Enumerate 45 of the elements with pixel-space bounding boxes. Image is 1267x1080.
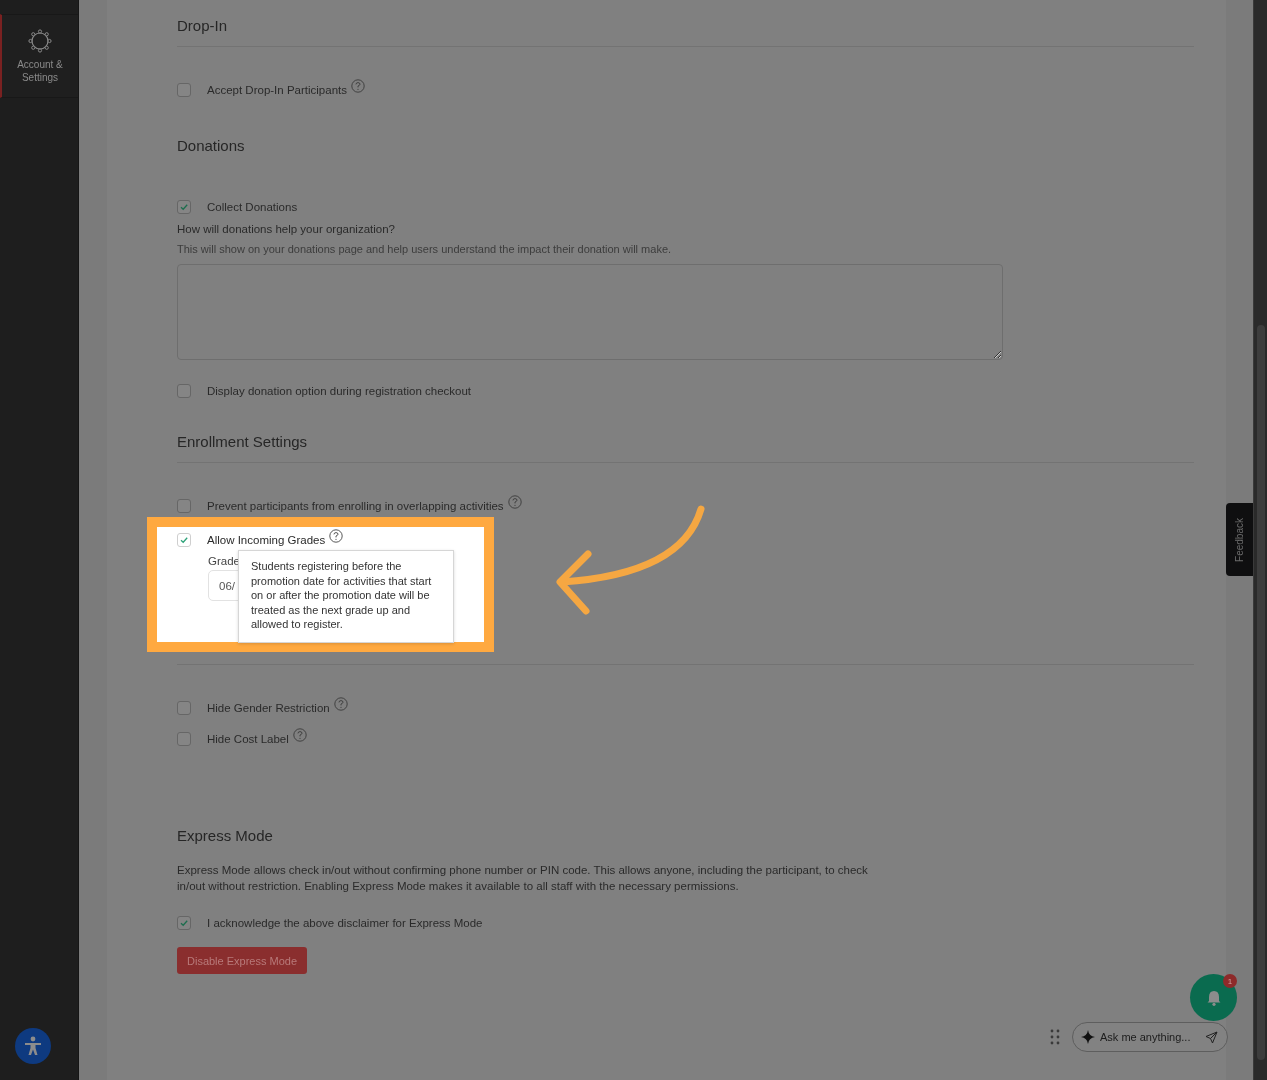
section-title: Express Mode — [177, 827, 274, 844]
assistant-field[interactable]: Ask me anything... — [1072, 1022, 1228, 1052]
notification-badge: 1 — [1223, 974, 1237, 988]
drag-handle-icon[interactable] — [1050, 1029, 1060, 1045]
checkbox[interactable] — [177, 83, 191, 97]
help-icon[interactable] — [292, 728, 307, 742]
help-icon[interactable] — [351, 79, 365, 93]
tooltip: Students registering before the promotion date for activities that start on or after the promotion date will be treated as the next grade up and allowed to register. — [238, 550, 454, 643]
sidebar-item[interactable]: Account & Settings — [0, 14, 78, 98]
help-icon[interactable] — [333, 697, 348, 711]
accessibility-icon — [22, 1035, 44, 1057]
checkbox[interactable] — [177, 732, 191, 746]
question-label: How will donations help your organization? — [177, 223, 395, 235]
section-title: Enrollment Settings — [177, 433, 309, 450]
check-icon — [179, 918, 189, 928]
section-title: Drop-In — [177, 17, 229, 34]
checkbox[interactable] — [177, 701, 191, 715]
field-label: Grade — [208, 555, 240, 567]
checkbox-label: Hide Cost Label — [207, 733, 289, 745]
hint-text: This will show on your donations page and help users understand the impact their donation will make. — [177, 243, 672, 255]
help-icon[interactable] — [507, 495, 522, 509]
send-icon[interactable] — [1205, 1030, 1218, 1044]
text-area[interactable] — [177, 264, 1003, 360]
checkbox[interactable] — [177, 384, 191, 398]
checkbox[interactable] — [177, 200, 191, 214]
sparkle-icon — [1081, 1030, 1095, 1044]
help-icon[interactable] — [329, 529, 344, 543]
section-title: Donations — [177, 137, 246, 154]
checkbox-label: I acknowledge the above disclaimer for Express Mode — [207, 917, 483, 929]
checkbox-label: Display donation option during registration checkout — [207, 385, 472, 397]
checkbox[interactable] — [177, 916, 191, 930]
checkbox-label: Allow Incoming Grades — [207, 534, 326, 546]
disable-button[interactable]: Disable Express Mode — [177, 947, 308, 974]
description-text: Express Mode allows check in/out without confirming phone number or PIN code. This allows anyone, including the participant, to check in/out without restriction. Enabling Express Mode makes it available to all staff with the necessary permissions. — [177, 863, 869, 894]
checkbox[interactable] — [177, 499, 191, 513]
check-icon — [179, 202, 189, 212]
checkbox-label: Prevent participants from enrolling in overlapping activities — [207, 500, 504, 512]
checkbox-label: Accept Drop-In Participants — [207, 84, 347, 96]
feedback-tab[interactable]: Feedback — [1226, 503, 1253, 576]
checkbox-label: Collect Donations — [207, 201, 298, 213]
gear-icon — [27, 28, 53, 54]
assistant-input[interactable]: Ask me anything... — [1100, 1031, 1200, 1043]
checkbox-label: Hide Gender Restriction — [207, 702, 330, 714]
accessibility-button[interactable] — [15, 1028, 51, 1064]
check-icon — [179, 535, 189, 545]
